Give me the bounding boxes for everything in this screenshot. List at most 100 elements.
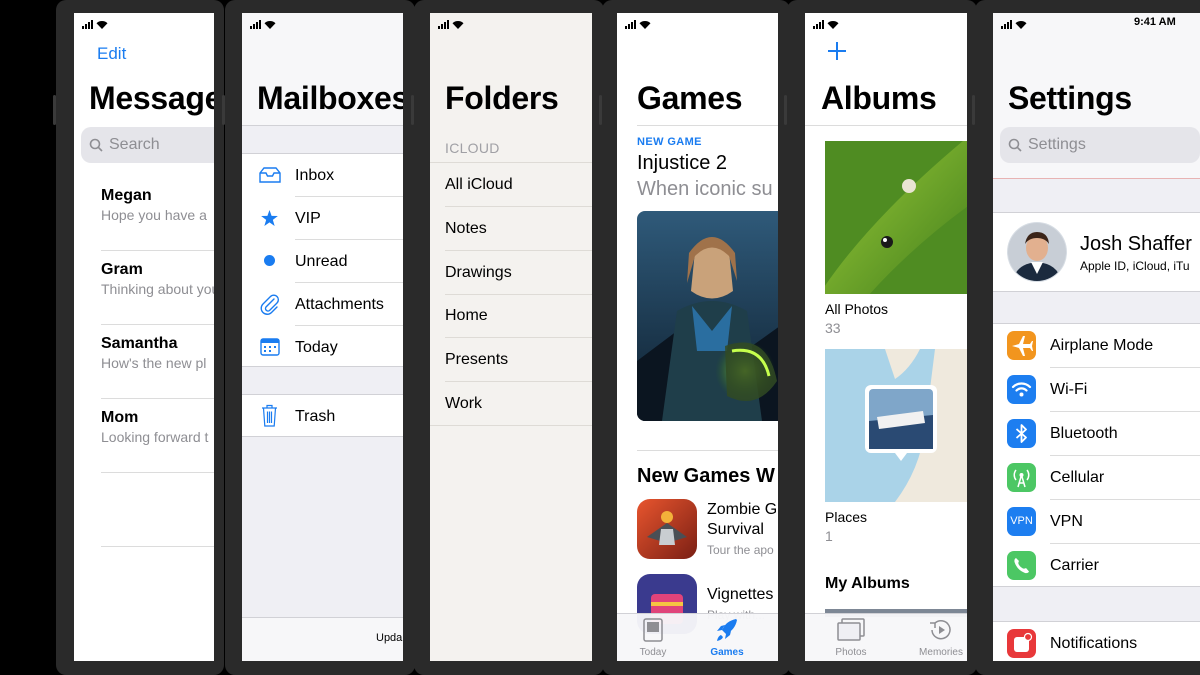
photos-icon [837,618,865,641]
list-item[interactable]: Gram Thinking about you [101,261,214,297]
album-name: Places [825,509,868,525]
phone-settings: 9:41 AM Settings Settings Josh Shaffer A… [972,0,1200,675]
app-name-line2: Survival [707,521,764,538]
appstore-screen: Games NEW GAME Injustice 2 When iconic s… [617,13,778,661]
mailbox-list: Inbox VIP Unread Attachments Today [242,153,403,367]
profile-name: Josh Shaffer [1080,233,1192,255]
search-field[interactable]: Search [81,127,214,163]
list-item[interactable]: Samantha How's the new pl [101,335,214,371]
search-field[interactable]: Settings [1000,127,1200,163]
status-bar [250,17,276,31]
mailbox-inbox[interactable]: Inbox [242,154,403,197]
settings-row-cellular[interactable]: Cellular [993,456,1200,500]
add-album-button[interactable] [827,41,847,66]
inbox-tray-icon [259,167,281,183]
settings-label: Carrier [1050,557,1099,574]
vpn-icon: VPN [1007,507,1036,536]
tab-memories[interactable]: Memories [915,618,967,658]
search-icon [1008,138,1022,152]
plus-icon [828,42,846,60]
settings-row-airplane[interactable]: Airplane Mode [993,324,1200,368]
settings-row-vpn[interactable]: VPN VPN [993,500,1200,544]
status-bar [813,17,839,31]
album-count: 33 [825,320,841,336]
album-name: All Photos [825,301,889,317]
mailbox-trash[interactable]: Trash [242,394,403,437]
mailbox-label: Trash [295,408,336,425]
status-time: 9:41 AM [1134,16,1176,28]
wifi-status-icon [639,20,651,29]
message-preview: Hope you have a [101,207,207,223]
star-icon [261,210,278,226]
rocket-icon [717,619,737,641]
contact-name: Mom [101,409,139,426]
list-item[interactable]: Megan Hope you have a [101,187,214,223]
folder-item[interactable]: Home [445,307,488,325]
tab-bar: Photos Memories [805,613,967,661]
mailbox-label: Today [295,339,338,356]
settings-row-carrier[interactable]: Carrier [993,544,1200,588]
wifi-status-icon [1015,20,1027,29]
page-title: Mailboxes [257,80,403,116]
bluetooth-icon [1007,419,1036,448]
mail-screen: Mailboxes Inbox VIP Unread Attachments T… [242,13,403,661]
feature-title[interactable]: Injustice 2 [637,152,727,175]
cellular-icon [1007,463,1036,492]
settings-row-notifications[interactable]: Notifications [993,621,1200,661]
page-title: Folders [445,80,559,116]
app-row[interactable]: Zombie G Survival Tour the apo [637,499,778,561]
settings-label: Wi-Fi [1050,381,1088,398]
message-preview: Thinking about you [101,281,214,297]
folder-item[interactable]: Presents [445,351,508,369]
mailbox-attachments[interactable]: Attachments [242,283,403,326]
section-header: ICLOUD [445,140,500,156]
feature-subtitle: When iconic su [637,178,773,200]
settings-label: Cellular [1050,469,1105,486]
app-subtitle: Tour the apo [707,543,774,557]
album-all-photos[interactable]: All Photos 33 [825,141,967,336]
mail-toolbar: Upda [242,617,403,661]
signal-icon [250,19,261,29]
today-icon [643,618,663,642]
album-places[interactable]: Places 1 [825,349,967,544]
map-thumbnail [825,349,967,502]
settings-row-wifi[interactable]: Wi-Fi [993,368,1200,412]
signal-icon [82,19,93,29]
folder-item[interactable]: Notes [445,220,487,238]
tab-label: Photos [835,647,867,658]
folder-item[interactable]: All iCloud [445,176,513,194]
settings-row-bluetooth[interactable]: Bluetooth [993,412,1200,456]
dot-icon [264,255,275,266]
status-bar [1001,17,1027,31]
page-title: Games [637,80,743,116]
contact-name: Gram [101,261,143,278]
signal-icon [813,19,824,29]
tab-games[interactable]: Games [705,618,749,658]
messages-screen: Edit Messages Search Megan Hope you have… [74,13,214,661]
notifications-icon [1007,629,1036,658]
hero-image [637,211,778,421]
tab-label: Today [639,647,667,658]
tab-photos[interactable]: Photos [831,618,871,658]
status-bar [438,17,464,31]
tab-today[interactable]: Today [635,618,671,658]
folder-item[interactable]: Drawings [445,264,512,282]
settings-label: Airplane Mode [1050,337,1154,354]
mailbox-vip[interactable]: VIP [242,197,403,240]
feature-artwork[interactable] [637,211,778,421]
mailbox-unread[interactable]: Unread [242,240,403,283]
edit-button[interactable]: Edit [97,44,126,64]
wifi-status-icon [96,20,108,29]
contact-name: Megan [101,187,152,204]
mailbox-today[interactable]: Today [242,326,403,368]
signal-icon [625,19,636,29]
list-item[interactable]: Mom Looking forward t [101,409,214,445]
phone-photos: Albums All Photos 33 Places 1 My Albums … [784,0,977,675]
signal-icon [1001,19,1012,29]
folder-item[interactable]: Work [445,395,482,413]
page-title: Albums [821,80,937,116]
signal-icon [438,19,449,29]
notes-screen: Folders ICLOUD All iCloud Notes Drawings… [430,13,592,661]
profile-row[interactable]: Josh Shaffer Apple ID, iCloud, iTu [993,212,1200,292]
tab-label: Games [710,647,744,658]
